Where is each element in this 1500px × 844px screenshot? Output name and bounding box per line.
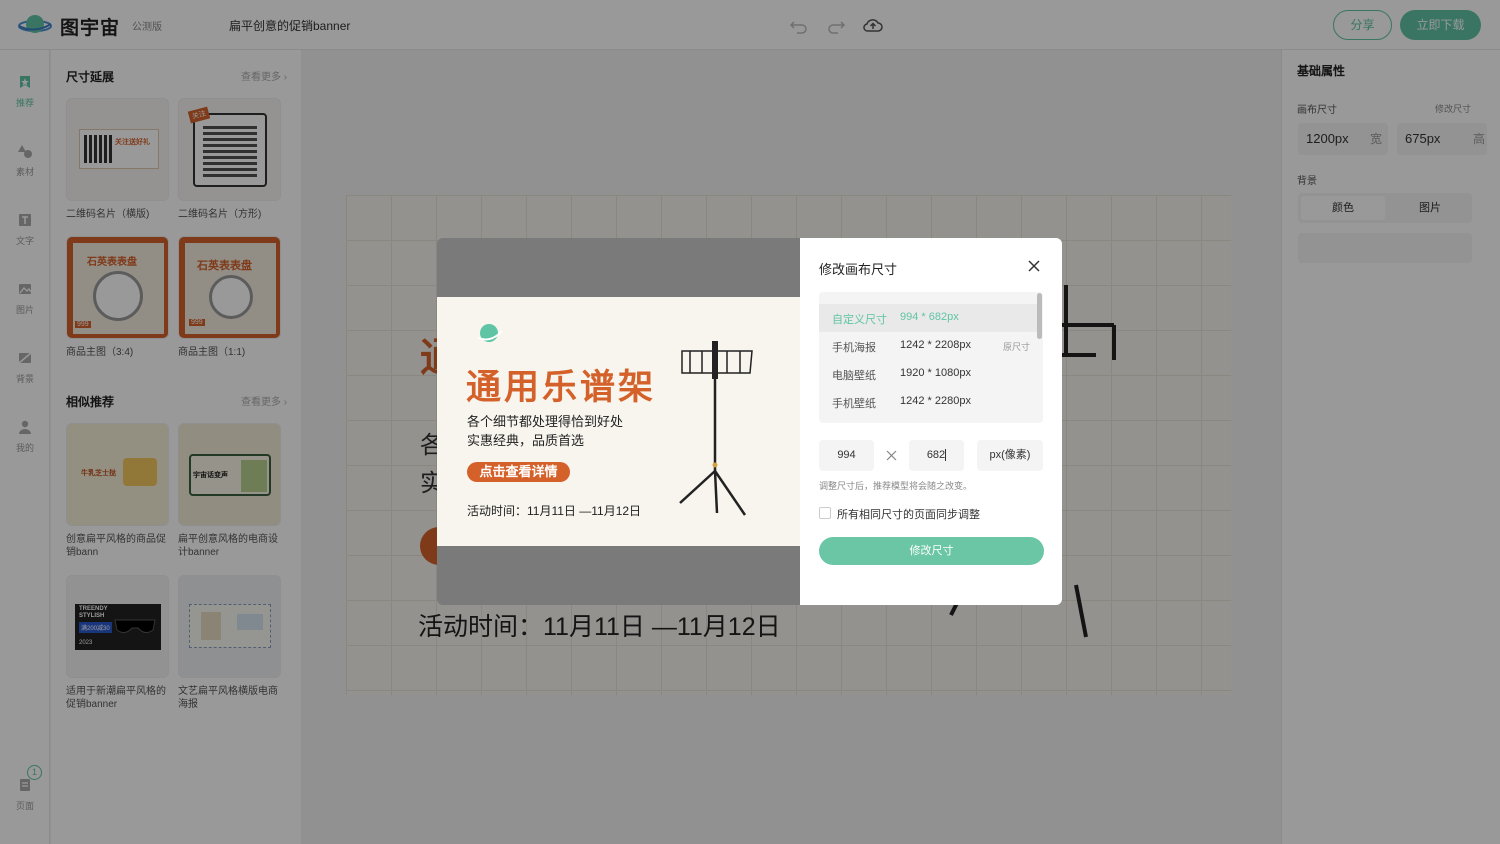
banner-date: 活动时间：11月11日 —11月12日 [467,504,642,518]
width-input[interactable]: 994 [819,440,874,471]
dialog-title: 修改画布尺寸 [819,262,898,277]
sync-label[interactable]: 所有相同尺寸的页面同步调整 [837,506,980,522]
unit-select[interactable]: px(像素) [977,440,1043,471]
banner-subtitle-2: 实惠经典，品质首选 [467,433,585,448]
multiply-icon [886,450,897,461]
preset-option[interactable]: 手机壁纸 1242 * 2280px [819,388,1037,416]
preset-option[interactable]: 自定义尺寸 994 * 682px [819,304,1037,332]
preset-option[interactable]: 电脑壁纸 1920 * 1080px [819,360,1037,388]
banner-subtitle-1: 各个细节都处理得恰到好处 [467,414,624,429]
close-icon[interactable] [1027,259,1041,273]
list-scrollbar[interactable] [1037,293,1042,339]
resize-hint: 调整尺寸后，推荐模型将会随之改变。 [819,481,973,491]
planet-logo-icon [477,324,503,342]
sync-checkbox[interactable] [819,507,831,519]
banner-preview: 通用乐谱架 各个细节都处理得恰到好处 实惠经典，品质首选 点击查看详情 活动时间… [437,297,800,546]
height-input[interactable]: 682 [909,440,964,471]
music-stand-icon [679,341,753,516]
apply-size-button[interactable]: 修改尺寸 [819,537,1044,565]
banner-cta-button: 点击查看详情 [467,462,570,482]
banner-title: 通用乐谱架 [466,368,657,407]
preset-option[interactable]: 手机海报 1242 * 2208px 原尺寸 [819,332,1037,360]
size-preset-list: 自定义尺寸 994 * 682px 手机海报 1242 * 2208px 原尺寸… [819,292,1043,423]
